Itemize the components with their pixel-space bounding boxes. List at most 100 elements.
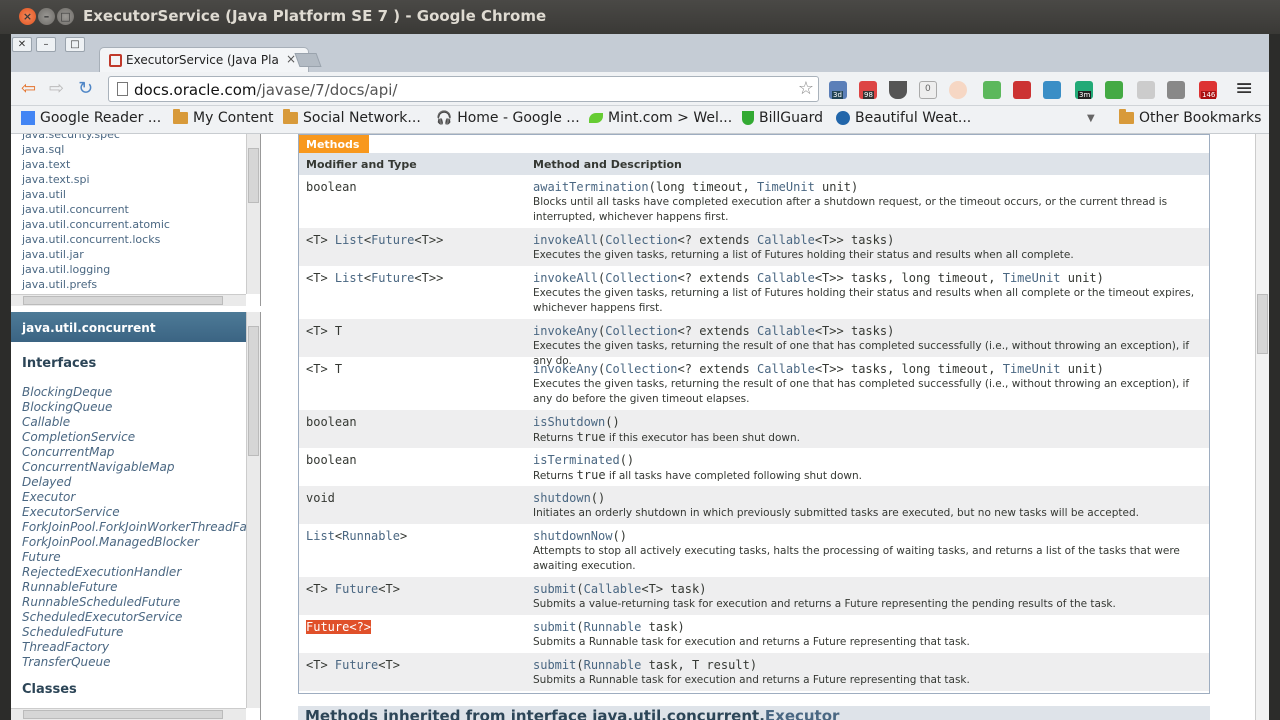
interface-link[interactable]: ForkJoinPool.ManagedBlocker <box>22 535 199 549</box>
method-signature[interactable]: shutdown() <box>533 491 605 505</box>
chrome-menu-icon[interactable]: ≡ <box>1235 76 1253 101</box>
method-return-type: void <box>306 491 335 505</box>
feedly-extension-icon[interactable]: 3m <box>1075 81 1093 99</box>
package-frame-hscroll[interactable] <box>11 294 246 306</box>
forward-icon[interactable]: ⇨ <box>49 78 64 99</box>
fix-extension-icon[interactable] <box>1043 81 1061 99</box>
other-bookmarks[interactable]: Other Bookmarks <box>1119 109 1261 126</box>
reload-icon[interactable]: ↻ <box>78 78 93 99</box>
method-return-type: boolean <box>306 415 357 429</box>
package-link[interactable]: java.util.jar <box>22 248 84 261</box>
method-row: List<Runnable> shutdownNow() Attempts to s… <box>299 524 1209 577</box>
method-signature[interactable]: submit(Runnable task) <box>533 620 685 634</box>
weather-icon <box>836 111 850 125</box>
method-signature[interactable]: submit(Callable<T> task) <box>533 582 706 596</box>
back-icon[interactable]: ⇦ <box>21 78 36 99</box>
package-link[interactable]: java.util.concurrent.atomic <box>22 218 170 231</box>
address-bar[interactable]: docs.oracle.com/javase/7/docs/api/ ☆ <box>108 76 819 102</box>
method-signature[interactable]: invokeAll(Collection<? extends Callable<… <box>533 233 894 247</box>
window-minimize-button[interactable]: – <box>38 8 55 25</box>
slash-extension-icon[interactable] <box>1167 81 1185 99</box>
package-link[interactable]: java.util.concurrent.locks <box>22 233 160 246</box>
peach-extension-icon[interactable] <box>949 81 967 99</box>
calendar-extension-icon[interactable]: 3d <box>829 81 847 99</box>
main-frame-vscroll[interactable] <box>1255 134 1269 720</box>
method-signature[interactable]: invokeAny(Collection<? extends Callable<… <box>533 324 894 338</box>
interface-link[interactable]: TransferQueue <box>22 655 111 669</box>
method-signature[interactable]: isShutdown() <box>533 415 620 429</box>
interface-link[interactable]: BlockingDeque <box>22 385 112 399</box>
package-link[interactable]: java.text.spi <box>22 173 90 186</box>
bookmark-mint[interactable]: Mint.com > Wel... <box>589 110 732 126</box>
bookmark-beautiful-weather[interactable]: Beautiful Weat... <box>836 110 971 126</box>
bookmarks-overflow-icon[interactable]: ▼ <box>1087 113 1095 124</box>
browser-toolbar: ⇦ ⇨ ↻ docs.oracle.com/javase/7/docs/api/… <box>11 72 1269 106</box>
interface-link[interactable]: Executor <box>22 490 75 504</box>
interface-link[interactable]: ScheduledExecutorService <box>22 610 182 624</box>
book-extension-icon[interactable] <box>1013 81 1031 99</box>
sound-extension-icon[interactable] <box>1105 81 1123 99</box>
google-plus-extension-icon[interactable]: 98 <box>859 81 877 99</box>
window-maximize-button[interactable]: □ <box>57 8 74 25</box>
method-signature[interactable]: submit(Runnable task, T result) <box>533 658 757 672</box>
bookmark-google-reader[interactable]: Google Reader ... <box>21 110 161 126</box>
interface-link[interactable]: ConcurrentMap <box>22 445 114 459</box>
package-list-frame: java.security.spec java.sql java.text java.… <box>11 134 261 306</box>
chrome-maximize-button[interactable]: □ <box>65 37 85 52</box>
interface-link[interactable]: ScheduledFuture <box>22 625 123 639</box>
method-signature[interactable]: invokeAll(Collection<? extends Callable<… <box>533 271 1104 285</box>
method-signature[interactable]: invokeAny(Collection<? extends Callable<… <box>533 362 1104 376</box>
chrome-minimize-button[interactable]: – <box>36 37 56 52</box>
interface-link[interactable]: BlockingQueue <box>22 400 112 414</box>
bookmark-billguard[interactable]: BillGuard <box>742 110 823 126</box>
hand-extension-icon[interactable] <box>1137 81 1155 99</box>
method-return-type: <T> T <box>306 324 343 338</box>
methods-tab[interactable]: Methods <box>299 135 369 153</box>
tab-active[interactable]: ExecutorService (Java Pla × <box>99 47 309 73</box>
interface-link[interactable]: RunnableScheduledFuture <box>22 595 180 609</box>
window-close-button[interactable]: × <box>19 8 36 25</box>
class-frame-vscroll[interactable] <box>246 312 260 708</box>
bookmark-star-icon[interactable]: ☆ <box>798 78 814 99</box>
method-return-type: <T> Future<T> <box>306 582 400 596</box>
method-signature[interactable]: isTerminated() <box>533 453 634 467</box>
method-signature[interactable]: shutdownNow() <box>533 529 627 543</box>
counter-extension-icon[interactable]: 0 <box>919 81 937 99</box>
package-title: java.util.concurrent <box>11 312 247 342</box>
interface-link[interactable]: ConcurrentNavigableMap <box>22 460 174 474</box>
method-signature[interactable]: awaitTermination(long timeout, TimeUnit … <box>533 180 858 194</box>
executor-link[interactable]: Executor <box>765 707 840 720</box>
bookmark-home-google[interactable]: 🎧 Home - Google ... <box>436 110 580 126</box>
interface-link[interactable]: Delayed <box>22 475 71 489</box>
green-extension-icon[interactable] <box>983 81 1001 99</box>
method-description: Executes the given tasks, returning a li… <box>533 249 1074 261</box>
interface-link[interactable]: CompletionService <box>22 430 135 444</box>
package-link[interactable]: java.util.concurrent <box>22 203 129 216</box>
bookmark-social-network[interactable]: Social Network... <box>283 109 421 126</box>
interface-link[interactable]: RunnableFuture <box>22 580 118 594</box>
interface-link[interactable]: Callable <box>22 415 70 429</box>
selected-text: Future<?> <box>306 620 372 634</box>
interface-link[interactable]: ForkJoinPool.ForkJoinWorkerThreadFact <box>22 520 258 534</box>
method-return-type: <T> T <box>306 362 343 376</box>
package-link[interactable]: java.util <box>22 188 66 201</box>
package-link[interactable]: java.sql <box>22 143 64 156</box>
package-link[interactable]: java.text <box>22 158 70 171</box>
interface-link[interactable]: ExecutorService <box>22 505 120 519</box>
class-frame-hscroll[interactable] <box>11 708 246 720</box>
new-tab-button[interactable] <box>294 53 322 67</box>
package-link[interactable]: java.util.logging <box>22 263 110 276</box>
package-link[interactable]: java.util.prefs <box>22 278 97 291</box>
interface-link[interactable]: RejectedExecutionHandler <box>22 565 181 579</box>
interface-link[interactable]: Future <box>22 550 61 564</box>
bookmark-my-content[interactable]: My Content <box>173 109 274 126</box>
gmail-extension-icon[interactable]: 146 <box>1199 81 1217 99</box>
package-frame-vscroll[interactable] <box>246 134 260 294</box>
method-return-type: List<Runnable> <box>306 529 408 543</box>
interface-link[interactable]: ThreadFactory <box>22 640 109 654</box>
method-return-type: boolean <box>306 453 357 467</box>
chrome-close-button[interactable]: ✕ <box>12 37 32 52</box>
classes-heading: Classes <box>22 682 77 697</box>
package-link[interactable]: java.security.spec <box>22 134 120 141</box>
pocket-extension-icon[interactable] <box>889 81 907 99</box>
